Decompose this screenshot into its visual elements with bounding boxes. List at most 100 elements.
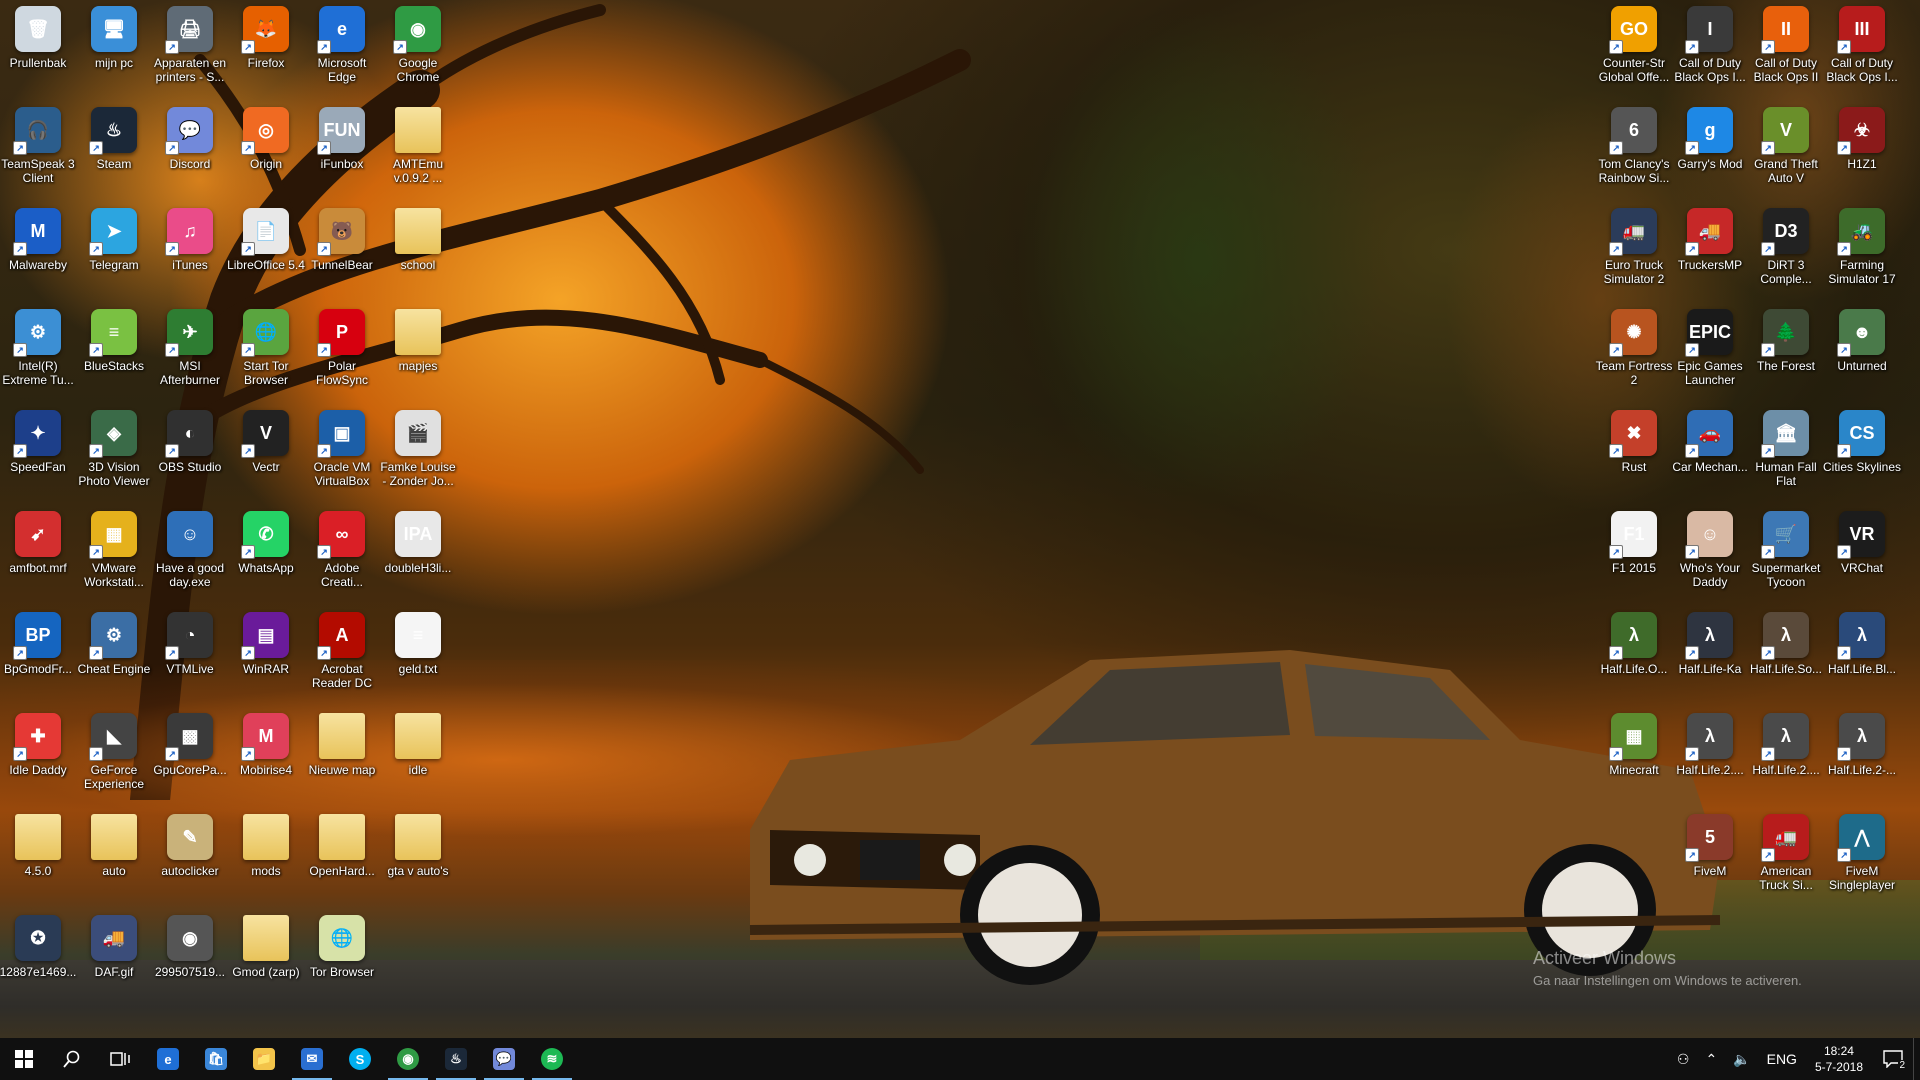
action-center-button[interactable]: 2 [1873,1038,1913,1080]
clock[interactable]: 18:24 5-7-2018 [1805,1043,1873,1075]
desktop-icon[interactable]: A ↗ Acrobat Reader DC [304,606,380,704]
desktop-icon[interactable]: IPA doubleH3li... [380,505,456,603]
taskbar-spotify-button[interactable]: ≋ [528,1038,576,1080]
desktop-icon[interactable]: ✎ autoclicker [152,808,228,906]
desktop-icon[interactable]: 🦊 ↗ Firefox [228,0,304,98]
desktop-icon[interactable]: ✦ ↗ SpeedFan [0,404,76,502]
desktop-icon[interactable]: 🚚 DAF.gif [76,909,152,1007]
desktop-icon[interactable]: 🚜 ↗ Farming Simulator 17 [1824,202,1900,300]
desktop-icon[interactable]: Nieuwe map [304,707,380,805]
desktop-icon[interactable]: 🌐 Tor Browser [304,909,380,1007]
taskbar-mail-button[interactable]: ✉ [288,1038,336,1080]
desktop-icon[interactable]: F1 ↗ F1 2015 [1596,505,1672,603]
desktop-icon[interactable]: Gmod (zarp) [228,909,304,1007]
desktop-icon[interactable]: GO ↗ Counter-Str Global Offe... [1596,0,1672,98]
taskbar-discord-button[interactable]: 💬 [480,1038,528,1080]
desktop-icon[interactable]: 🚚 ↗ TruckersMP [1672,202,1748,300]
desktop-icon[interactable]: BP ↗ BpGmodFr... [0,606,76,704]
desktop-icon[interactable]: 🗑 Prullenbak [0,0,76,98]
taskbar-store-button[interactable]: 🛍 [192,1038,240,1080]
desktop-icon[interactable]: ◉ 299507519... [152,909,228,1007]
desktop-icon[interactable]: λ ↗ Half.Life.So... [1748,606,1824,704]
desktop-icon[interactable]: 🌲 ↗ The Forest [1748,303,1824,401]
desktop-icon[interactable]: P ↗ Polar FlowSync [304,303,380,401]
desktop-icon[interactable]: ◈ ↗ 3D Vision Photo Viewer [76,404,152,502]
desktop-icon[interactable]: V ↗ Grand Theft Auto V [1748,101,1824,199]
desktop-icon[interactable]: ✈ ↗ MSI Afterburner [152,303,228,401]
desktop-icon[interactable]: 🚛 ↗ American Truck Si... [1748,808,1824,906]
desktop-icon[interactable]: ☺ ↗ Who's Your Daddy [1672,505,1748,603]
desktop-icon[interactable]: ◔ ↗ VTMLive [152,606,228,704]
task-view-button[interactable] [96,1038,144,1080]
desktop-icon[interactable]: 🐻 ↗ TunnelBear [304,202,380,300]
desktop-icon[interactable]: ▤ ↗ WinRAR [228,606,304,704]
desktop-icon[interactable]: ≡ geld.txt [380,606,456,704]
desktop-icon[interactable]: 📄 ↗ LibreOffice 5.4 [227,202,305,300]
taskbar-explorer-button[interactable]: 📁 [240,1038,288,1080]
desktop-icon[interactable]: ✖ ↗ Rust [1596,404,1672,502]
desktop-icon[interactable]: ☣ ↗ H1Z1 [1824,101,1900,199]
desktop-icon[interactable]: ∞ ↗ Adobe Creati... [304,505,380,603]
desktop-icon[interactable]: auto [76,808,152,906]
people-button[interactable]: ⚇ [1669,1051,1698,1068]
desktop-icon[interactable]: II ↗ Call of Duty Black Ops II [1748,0,1824,98]
desktop-icon[interactable]: ≡ ↗ BlueStacks [76,303,152,401]
desktop-icon[interactable]: λ ↗ Half.Life.2.... [1748,707,1824,805]
desktop-icon[interactable]: 🚗 ↗ Car Mechan... [1672,404,1748,502]
desktop-icon[interactable]: V ↗ Vectr [228,404,304,502]
desktop-icon[interactable]: ✆ ↗ WhatsApp [228,505,304,603]
desktop-icon[interactable]: M ↗ Malwareby [0,202,76,300]
taskbar-skype-button[interactable]: S [336,1038,384,1080]
desktop-icon[interactable]: III ↗ Call of Duty Black Ops I... [1824,0,1900,98]
desktop-icon[interactable]: 🎬 Famke Louise - Zonder Jo... [380,404,456,502]
desktop-icon[interactable]: 5 ↗ FiveM [1672,808,1748,906]
desktop-icon[interactable]: ✚ ↗ Idle Daddy [0,707,76,805]
desktop-icon[interactable]: school [380,202,456,300]
desktop-icon[interactable]: EPIC ↗ Epic Games Launcher [1672,303,1748,401]
desktop-icon[interactable]: 🏛 ↗ Human Fall Flat [1748,404,1824,502]
desktop-icon[interactable]: ▦ ↗ VMware Workstati... [76,505,152,603]
desktop-icon[interactable]: λ ↗ Half.Life.2.... [1672,707,1748,805]
show-desktop-button[interactable] [1913,1038,1920,1080]
search-button[interactable] [48,1038,96,1080]
desktop-icon[interactable]: AMTEmu v.0.9.2 ... [380,101,456,199]
desktop-icon[interactable]: ◎ ↗ Origin [228,101,304,199]
desktop-icon[interactable]: mods [228,808,304,906]
desktop-icon[interactable]: 🖨 ↗ Apparaten en printers - S... [152,0,228,98]
desktop-icon[interactable]: 6 ↗ Tom Clancy's Rainbow Si... [1596,101,1672,199]
language-indicator[interactable]: ENG [1759,1051,1805,1067]
desktop-icon[interactable]: 🌐 ↗ Start Tor Browser [228,303,304,401]
desktop-icon[interactable]: ♨ ↗ Steam [76,101,152,199]
taskbar-edge-button[interactable]: e [144,1038,192,1080]
desktop-icon[interactable]: ▦ ↗ Minecraft [1596,707,1672,805]
desktop-icon[interactable]: ◉ ↗ Google Chrome [380,0,456,98]
desktop-icon[interactable]: λ ↗ Half.Life-Ka [1672,606,1748,704]
desktop-icon[interactable]: 💬 ↗ Discord [152,101,228,199]
desktop-icon[interactable]: CS ↗ Cities Skylines [1823,404,1901,502]
desktop-icon[interactable]: ✪ 12887e1469... [0,909,76,1007]
desktop-icon[interactable]: g ↗ Garry's Mod [1672,101,1748,199]
desktop-icon[interactable]: ♫ ↗ iTunes [152,202,228,300]
desktop-icon[interactable]: ☻ ↗ Unturned [1824,303,1900,401]
desktop-icon[interactable]: ◐ ↗ OBS Studio [152,404,228,502]
desktop-icon[interactable]: ◣ ↗ GeForce Experience [76,707,152,805]
desktop-icon[interactable]: ➤ ↗ Telegram [76,202,152,300]
desktop-icon[interactable]: ➹ amfbot.mrf [0,505,76,603]
desktop-icon[interactable]: 🖥 mijn pc [76,0,152,98]
volume-button[interactable]: 🔈 [1725,1051,1758,1068]
taskbar-steam-button[interactable]: ♨ [432,1038,480,1080]
desktop-icon[interactable]: idle [380,707,456,805]
desktop-icon[interactable]: e ↗ Microsoft Edge [304,0,380,98]
taskbar-chrome-button[interactable]: ◉ [384,1038,432,1080]
desktop-icon[interactable]: 🛒 ↗ Supermarket Tycoon [1748,505,1824,603]
desktop-icon[interactable]: ▣ ↗ Oracle VM VirtualBox [304,404,380,502]
desktop-icon[interactable]: ☺ Have a good day.exe [152,505,228,603]
desktop-icon[interactable]: D3 ↗ DiRT 3 Comple... [1748,202,1824,300]
start-button[interactable] [0,1038,48,1080]
desktop-icon[interactable]: ✺ ↗ Team Fortress 2 [1596,303,1672,401]
desktop-icon[interactable]: gta v auto's [380,808,456,906]
desktop-icon[interactable]: λ ↗ Half.Life.2-... [1824,707,1900,805]
desktop-icon[interactable]: λ ↗ Half.Life.Bl... [1824,606,1900,704]
desktop-icon[interactable]: M ↗ Mobirise4 [228,707,304,805]
desktop-icon[interactable]: OpenHard... [304,808,380,906]
